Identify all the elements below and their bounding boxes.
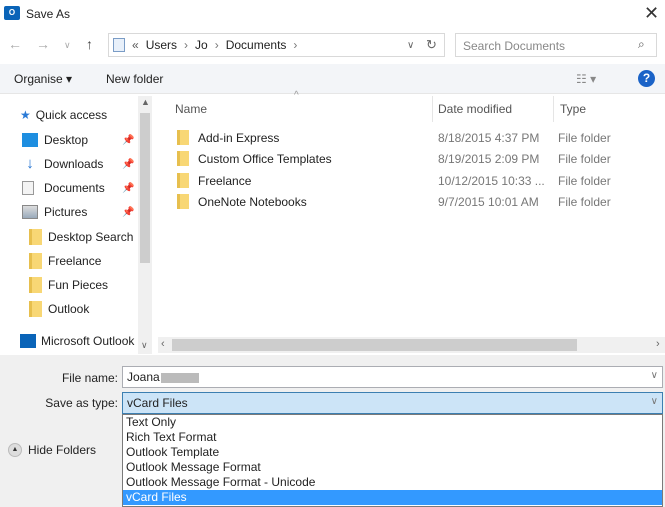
- scroll-up-icon[interactable]: ▲: [141, 97, 150, 107]
- file-name-label: File name:: [61, 371, 118, 385]
- sort-ascending-icon: ^: [294, 90, 299, 101]
- column-divider[interactable]: [553, 96, 554, 122]
- scroll-right-icon[interactable]: ›: [656, 338, 660, 350]
- download-icon: ↓: [26, 155, 34, 172]
- pin-icon: 📌: [122, 183, 135, 194]
- file-name-input[interactable]: Joana ∨: [122, 366, 663, 388]
- folder-icon: [29, 253, 42, 269]
- refresh-icon[interactable]: ↻: [426, 37, 437, 53]
- toolbar: [0, 64, 665, 94]
- folder-icon: [177, 130, 189, 145]
- documents-location-icon: [113, 38, 125, 52]
- chevron-down-icon[interactable]: ∨: [651, 370, 658, 381]
- file-row[interactable]: OneNote Notebooks 9/7/2015 10:01 AM File f…: [172, 191, 662, 212]
- option-outlook-message-format[interactable]: Outlook Message Format: [123, 460, 662, 475]
- outlook-icon: [20, 334, 36, 348]
- breadcrumb-jo[interactable]: Jo: [195, 38, 208, 52]
- star-icon: ★: [20, 108, 31, 122]
- scrollbar-thumb[interactable]: [172, 339, 577, 351]
- new-folder-button[interactable]: New folder: [106, 72, 163, 86]
- sidebar-item-quick-access[interactable]: ★ Quick access: [20, 104, 107, 126]
- sidebar-item-documents[interactable]: Documents: [22, 177, 105, 199]
- window-title: Save As: [26, 7, 71, 21]
- up-button[interactable]: ↑: [86, 36, 93, 52]
- option-outlook-template[interactable]: Outlook Template: [123, 445, 662, 460]
- sidebar-item-freelance[interactable]: Freelance: [22, 250, 101, 272]
- close-button[interactable]: ✕: [644, 3, 659, 24]
- scrollbar-thumb[interactable]: [140, 113, 150, 263]
- breadcrumb-documents[interactable]: Documents: [226, 38, 287, 52]
- folder-icon: [177, 194, 189, 209]
- sidebar-item-outlook[interactable]: Outlook: [22, 298, 89, 320]
- navigation-pane: ★ Quick access Desktop ↓ Downloads Documen…: [0, 96, 152, 354]
- save-as-type-dropdown-list: Text Only Rich Text Format Outlook Templ…: [122, 414, 663, 507]
- save-as-type-label: Save as type:: [45, 396, 118, 410]
- column-header-name[interactable]: Name: [175, 102, 207, 116]
- title-bar: [0, 0, 665, 28]
- chevron-down-icon[interactable]: ∨: [651, 396, 658, 407]
- file-row[interactable]: Custom Office Templates 8/19/2015 2:09 PM…: [172, 148, 662, 169]
- search-input[interactable]: Search Documents: [455, 33, 657, 57]
- redacted-text: [160, 372, 199, 383]
- desktop-icon: [22, 133, 38, 147]
- sidebar-item-downloads[interactable]: ↓ Downloads: [22, 153, 103, 175]
- pin-icon: 📌: [122, 207, 135, 218]
- forward-button[interactable]: →: [36, 36, 50, 52]
- folder-icon: [177, 173, 189, 188]
- folder-icon: [177, 151, 189, 166]
- option-outlook-message-format-unicode[interactable]: Outlook Message Format - Unicode: [123, 475, 662, 490]
- folder-icon: [29, 277, 42, 293]
- scroll-down-icon[interactable]: ∨: [141, 340, 148, 351]
- address-dropdown-icon[interactable]: ∨: [407, 40, 414, 51]
- option-text-only[interactable]: Text Only: [123, 415, 662, 430]
- column-header-type[interactable]: Type: [560, 102, 586, 116]
- option-rich-text-format[interactable]: Rich Text Format: [123, 430, 662, 445]
- pin-icon: 📌: [122, 159, 135, 170]
- pictures-icon: [22, 205, 38, 219]
- folder-icon: [29, 301, 42, 317]
- file-row[interactable]: Freelance 10/12/2015 10:33 ... File folder: [172, 170, 662, 191]
- scroll-left-icon[interactable]: ‹: [161, 338, 165, 350]
- search-icon[interactable]: ⌕: [638, 37, 645, 52]
- folder-icon: [29, 229, 42, 245]
- back-button[interactable]: ←: [8, 36, 22, 52]
- sidebar-item-desktop-search[interactable]: Desktop Search: [22, 226, 133, 248]
- option-vcard-files[interactable]: vCard Files: [123, 490, 662, 505]
- save-as-type-select[interactable]: vCard Files ∨: [122, 392, 663, 414]
- breadcrumb-users[interactable]: Users: [146, 38, 177, 52]
- column-header-date-modified[interactable]: Date modified: [438, 102, 512, 116]
- outlook-app-icon: O: [4, 6, 20, 20]
- help-button[interactable]: ?: [638, 70, 655, 87]
- collapse-icon: ▲: [8, 443, 22, 457]
- recent-locations-chevron-icon[interactable]: ∨: [64, 40, 71, 51]
- hide-folders-button[interactable]: ▲ Hide Folders: [8, 443, 96, 457]
- sidebar-item-fun-pieces[interactable]: Fun Pieces: [22, 274, 108, 296]
- sidebar-item-pictures[interactable]: Pictures: [22, 201, 87, 223]
- column-divider[interactable]: [432, 96, 433, 122]
- document-icon: [22, 181, 34, 195]
- breadcrumb-prefix: «: [132, 38, 139, 52]
- organise-button[interactable]: Organise ▾: [14, 72, 72, 86]
- sidebar-item-desktop[interactable]: Desktop: [22, 129, 88, 151]
- view-options-icon[interactable]: ☷ ▾: [576, 72, 596, 86]
- address-bar[interactable]: « Users › Jo › Documents › ∨: [108, 33, 445, 57]
- pin-icon: 📌: [122, 135, 135, 146]
- file-row[interactable]: Add-in Express 8/18/2015 4:37 PM File fold…: [172, 127, 662, 148]
- sidebar-item-microsoft-outlook[interactable]: Microsoft Outlook: [20, 330, 138, 352]
